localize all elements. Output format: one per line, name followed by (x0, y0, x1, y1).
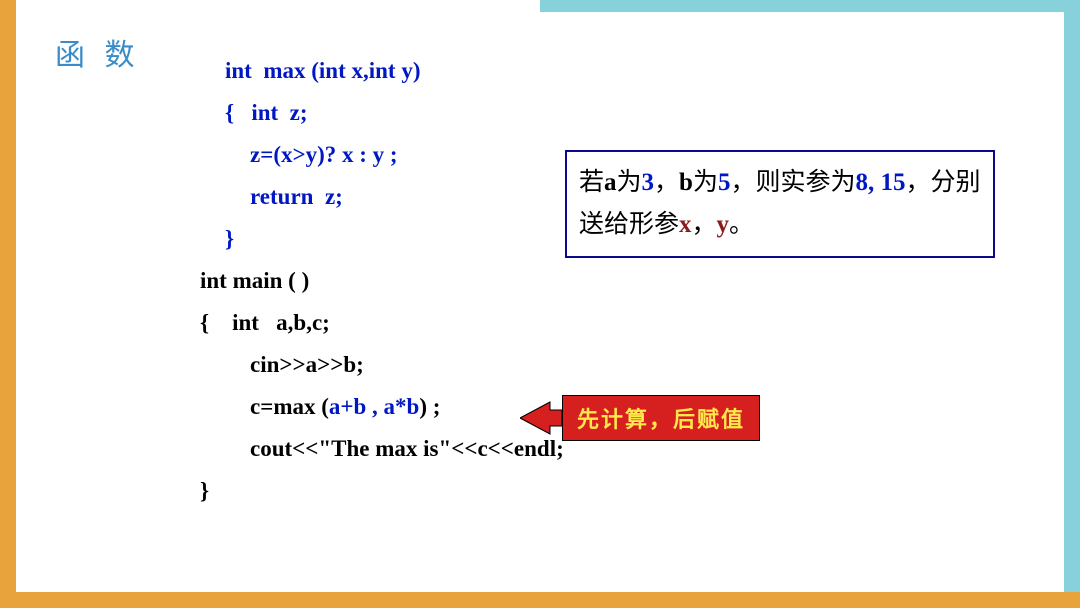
watermark-text: 29号造物吧 (958, 561, 1045, 586)
code-text: } (200, 478, 209, 503)
code-text: int z; (251, 100, 307, 125)
info-text: x (679, 211, 692, 238)
code-text: { int (200, 310, 276, 335)
slide-title: 函 数 (55, 30, 141, 74)
code-text: return z; (250, 184, 343, 209)
info-text: 为 (693, 169, 718, 196)
code-line-10: cout<<"The max is"<<c<<endl; (200, 428, 564, 470)
code-line-8: cin>>a>>b; (200, 344, 564, 386)
code-text: int main ( ) (200, 268, 309, 293)
info-text: 3 (642, 169, 655, 196)
callout: 先计算，后赋值 (520, 395, 760, 441)
code-text: c=max ( (250, 394, 329, 419)
code-line-2: { int z; (200, 92, 564, 134)
code-text: cin>>a>>b; (250, 352, 364, 377)
code-text: ) ; (419, 394, 440, 419)
info-box: 若a为3，b为5，则实参为8, 15，分别送给形参x，y。 (565, 150, 995, 258)
border-bottom (0, 592, 1080, 608)
code-text: cout<< (250, 436, 318, 461)
code-text: z=(x>y)? x : y ; (250, 142, 398, 167)
code-line-11: } (200, 470, 564, 512)
code-block: int max (int x,int y) { int z; z=(x>y)? … (200, 50, 564, 512)
info-text: 为 (617, 169, 642, 196)
info-text: ， (654, 169, 679, 196)
info-text: b (679, 169, 693, 196)
code-text: a,b,c; (276, 310, 330, 335)
info-text: ，则实参为 (730, 169, 855, 196)
code-line-4: return z; (200, 176, 564, 218)
callout-label: 先计算，后赋值 (562, 395, 760, 441)
info-text: 8, 15 (855, 169, 905, 196)
callout-arrow-icon (520, 400, 562, 436)
code-line-1: int max (int x,int y) (200, 50, 564, 92)
code-text: int max (225, 58, 311, 83)
code-line-5: } (200, 218, 564, 260)
info-text: 若 (579, 169, 604, 196)
border-top-right (540, 0, 1080, 12)
info-text: a (604, 169, 617, 196)
code-line-3: z=(x>y)? x : y ; (200, 134, 564, 176)
code-text: a+b , a*b (329, 394, 419, 419)
code-text: (int x,int y) (311, 58, 420, 83)
border-right (1064, 0, 1080, 608)
code-line-9: c=max (a+b , a*b) ; (200, 386, 564, 428)
code-line-6: int main ( ) (200, 260, 564, 302)
slide: 函 数 int max (int x,int y) { int z; z=(x>… (0, 0, 1080, 608)
info-text: 5 (718, 169, 731, 196)
border-left (0, 0, 16, 608)
code-text: } (225, 226, 234, 251)
watermark: ✎ 29号造物吧 (932, 561, 1045, 586)
wechat-icon: ✎ (932, 564, 952, 584)
code-text: "The max is" (318, 436, 451, 461)
info-text: 。 (729, 211, 754, 238)
info-text: y (717, 211, 730, 238)
code-text: { (225, 100, 251, 125)
code-line-7: { int a,b,c; (200, 302, 564, 344)
info-text: ， (692, 211, 717, 238)
